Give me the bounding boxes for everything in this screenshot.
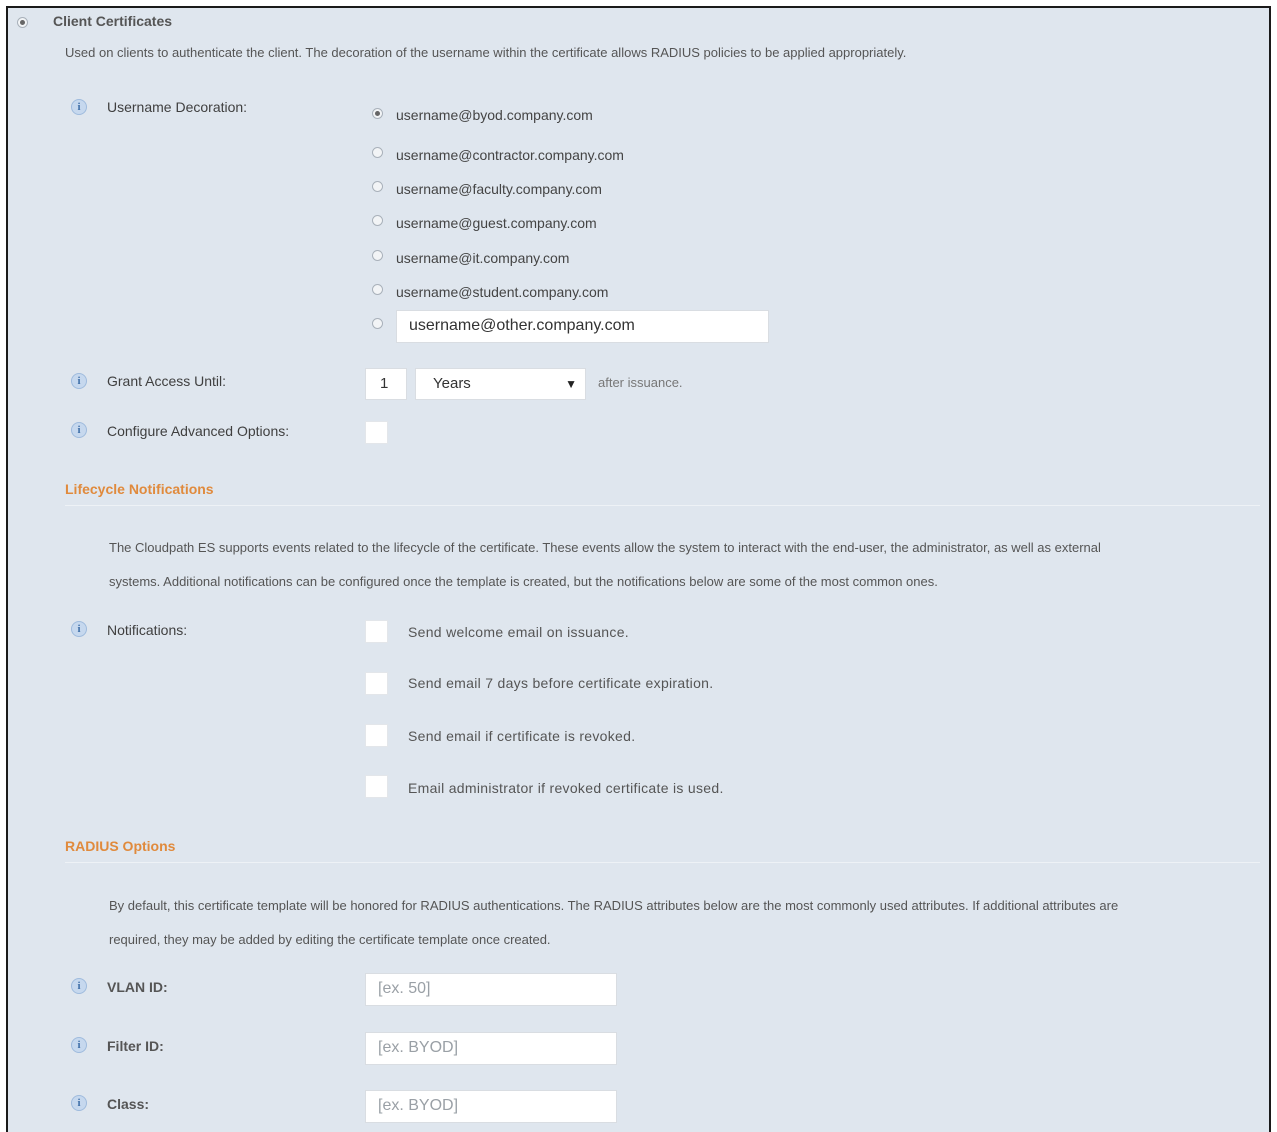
lifecycle-description-line1: The Cloudpath ES supports events related… [109,540,1101,555]
notification-label-expiration: Send email 7 days before certificate exp… [408,675,714,691]
decoration-option-guest: username@guest.company.com [396,215,597,231]
lifecycle-description-line2: systems. Additional notifications can be… [109,574,938,589]
filter-id-label: Filter ID: [107,1038,164,1054]
client-certificates-panel: Client Certificates Used on clients to a… [6,6,1271,1132]
decoration-radio-it[interactable] [372,250,383,261]
notification-label-admin: Email administrator if revoked certifica… [408,780,724,796]
radius-divider [65,862,1260,863]
decoration-radio-contractor[interactable] [372,147,383,158]
vlan-id-input[interactable]: [ex. 50] [365,973,617,1006]
advanced-options-label: Configure Advanced Options: [107,423,290,439]
notification-checkbox-revoked[interactable] [365,724,388,747]
info-icon[interactable]: i [71,978,87,994]
radius-section-title: RADIUS Options [65,838,176,854]
section-description: Used on clients to authenticate the clie… [65,45,907,60]
decoration-radio-student[interactable] [372,284,383,295]
advanced-options-checkbox[interactable] [365,421,388,444]
notification-checkbox-welcome[interactable] [365,620,388,643]
class-input[interactable]: [ex. BYOD] [365,1090,617,1123]
info-icon[interactable]: i [71,1037,87,1053]
lifecycle-section-title: Lifecycle Notifications [65,481,214,497]
info-icon[interactable]: i [71,621,87,637]
decoration-option-it: username@it.company.com [396,250,570,266]
info-icon[interactable]: i [71,99,87,115]
info-icon[interactable]: i [71,373,87,389]
class-label: Class: [107,1096,150,1112]
decoration-radio-guest[interactable] [372,215,383,226]
notification-label-welcome: Send welcome email on issuance. [408,624,629,640]
client-certificates-radio[interactable] [17,17,28,28]
grant-access-suffix: after issuance. [598,375,683,390]
decoration-option-faculty: username@faculty.company.com [396,181,602,197]
grant-access-label: Grant Access Until: [107,373,227,389]
vlan-id-label: VLAN ID: [107,979,168,995]
decoration-option-byod: username@byod.company.com [396,107,593,123]
info-icon[interactable]: i [71,1095,87,1111]
username-decoration-label: Username Decoration: [107,99,248,115]
section-title: Client Certificates [53,13,173,29]
grant-access-unit-select[interactable]: Years ▼ [415,368,586,400]
decoration-radio-faculty[interactable] [372,181,383,192]
notification-checkbox-admin[interactable] [365,775,388,798]
other-decoration-input[interactable]: username@other.company.com [396,310,769,343]
notifications-label: Notifications: [107,622,188,638]
radius-description-line1: By default, this certificate template wi… [109,898,1119,913]
dropdown-arrow-icon: ▼ [565,377,577,391]
filter-id-input[interactable]: [ex. BYOD] [365,1032,617,1065]
decoration-option-contractor: username@contractor.company.com [396,147,624,163]
decoration-radio-byod[interactable] [372,108,383,119]
notification-checkbox-expiration[interactable] [365,672,388,695]
grant-access-unit-value: Years [433,375,471,392]
decoration-option-student: username@student.company.com [396,284,609,300]
grant-access-value-input[interactable]: 1 [365,368,407,400]
info-icon[interactable]: i [71,422,87,438]
lifecycle-divider [65,505,1260,506]
notification-label-revoked: Send email if certificate is revoked. [408,728,636,744]
decoration-radio-other[interactable] [372,318,383,329]
radius-description-line2: required, they may be added by editing t… [109,932,551,947]
